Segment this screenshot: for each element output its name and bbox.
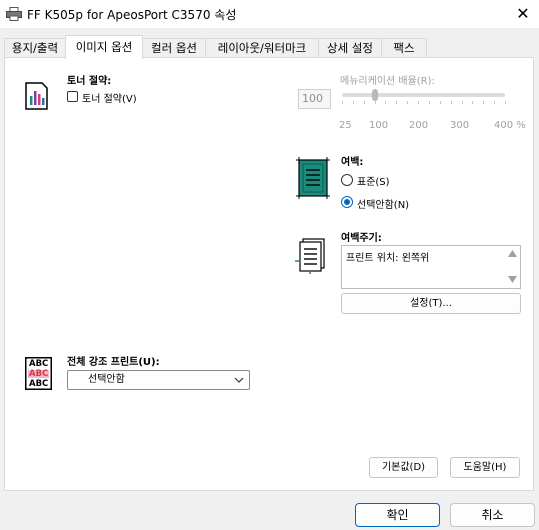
help-button[interactable]: 도움말(H) [450, 457, 520, 478]
gutter-settings-button[interactable]: 설정(T)... [341, 293, 521, 314]
margin-standard-label: 표준(S) [357, 177, 390, 188]
emphasis-select[interactable]: 선택안함 [67, 370, 250, 390]
tab-image-options[interactable]: 이미지 옵션 [65, 35, 143, 59]
tab-advanced[interactable]: 상세 설정 [318, 38, 382, 58]
slider-tick [505, 101, 506, 104]
tab-fax[interactable]: 팩스 [381, 38, 427, 58]
slider-tick [494, 101, 496, 104]
margin-standard-radio[interactable] [341, 174, 353, 186]
chevron-down-icon [234, 377, 244, 383]
slider-tick [428, 101, 430, 104]
ok-button[interactable]: 확인 [355, 503, 440, 527]
slider-tick [385, 101, 387, 104]
emphasis-heading: 전체 강조 프린트(U): [67, 357, 160, 368]
tick-label-25: 25 [339, 120, 352, 131]
emphasis-icon-line-3: ABC [29, 379, 49, 389]
margin-none-label: 선택안함(N) [357, 200, 410, 211]
slider-tick [407, 101, 409, 104]
gutter-icon [295, 238, 325, 274]
multiplier-slider-thumb[interactable] [371, 89, 378, 101]
margin-none-radio[interactable] [341, 196, 353, 208]
multiplier-heading: 메뉴리케이션 배율(R): [340, 76, 435, 87]
tab-color-options[interactable]: 컬러 옵션 [142, 38, 206, 58]
slider-tick [450, 101, 452, 104]
emphasis-select-value: 선택안함 [88, 374, 125, 385]
multiplier-slider-track[interactable] [342, 93, 505, 97]
toner-save-checkbox[interactable] [67, 91, 78, 102]
slider-tick [418, 101, 420, 104]
close-button[interactable]: ✕ [510, 2, 536, 26]
slider-tick [461, 101, 463, 104]
gutter-heading: 여백주기: [341, 233, 382, 244]
margin-icon [296, 157, 330, 199]
gutter-scrollbar[interactable] [506, 246, 519, 288]
emphasis-icon-line-1: ABC [29, 359, 49, 369]
scroll-down-icon[interactable] [508, 276, 517, 283]
margin-heading: 여백: [341, 157, 364, 168]
slider-tick [472, 101, 474, 104]
slider-tick [396, 101, 398, 104]
tick-label-200: 200 [409, 120, 429, 131]
multiplier-input[interactable]: 100 [298, 89, 331, 109]
emphasis-icon-line-2: ABC [29, 369, 49, 379]
window-title: FF K505p for ApeosPort C3570 속성 [27, 8, 237, 22]
emphasis-icon-text: ABC ABC ABC [29, 359, 48, 389]
slider-tick [439, 101, 441, 104]
tab-paper-output[interactable]: 용지/출력 [4, 38, 66, 58]
toner-save-heading: 토너 절약: [67, 76, 112, 87]
tab-layout-watermark[interactable]: 레이아웃/워터마크 [205, 38, 319, 58]
slider-tick [374, 101, 376, 104]
toner-save-icon [25, 82, 48, 110]
slider-tick [352, 101, 354, 104]
defaults-button[interactable]: 기본값(D) [369, 457, 438, 478]
tick-label-100: 100 [369, 120, 389, 131]
slider-tick [342, 101, 343, 104]
slider-tick [363, 101, 365, 104]
printer-icon [6, 7, 22, 21]
scroll-up-icon[interactable] [508, 250, 517, 257]
slider-tick [483, 101, 485, 104]
tick-label-300: 300 [450, 120, 470, 131]
title-bar: FF K505p for ApeosPort C3570 속성 ✕ [0, 0, 539, 28]
gutter-info-box: 프린트 위치: 왼쪽위 [341, 245, 521, 289]
gutter-info-text: 프린트 위치: 왼쪽위 [346, 253, 430, 264]
toner-save-label: 토너 절약(V) [82, 94, 137, 105]
tick-label-400: 400 % [494, 120, 526, 131]
cancel-button[interactable]: 취소 [450, 503, 535, 527]
